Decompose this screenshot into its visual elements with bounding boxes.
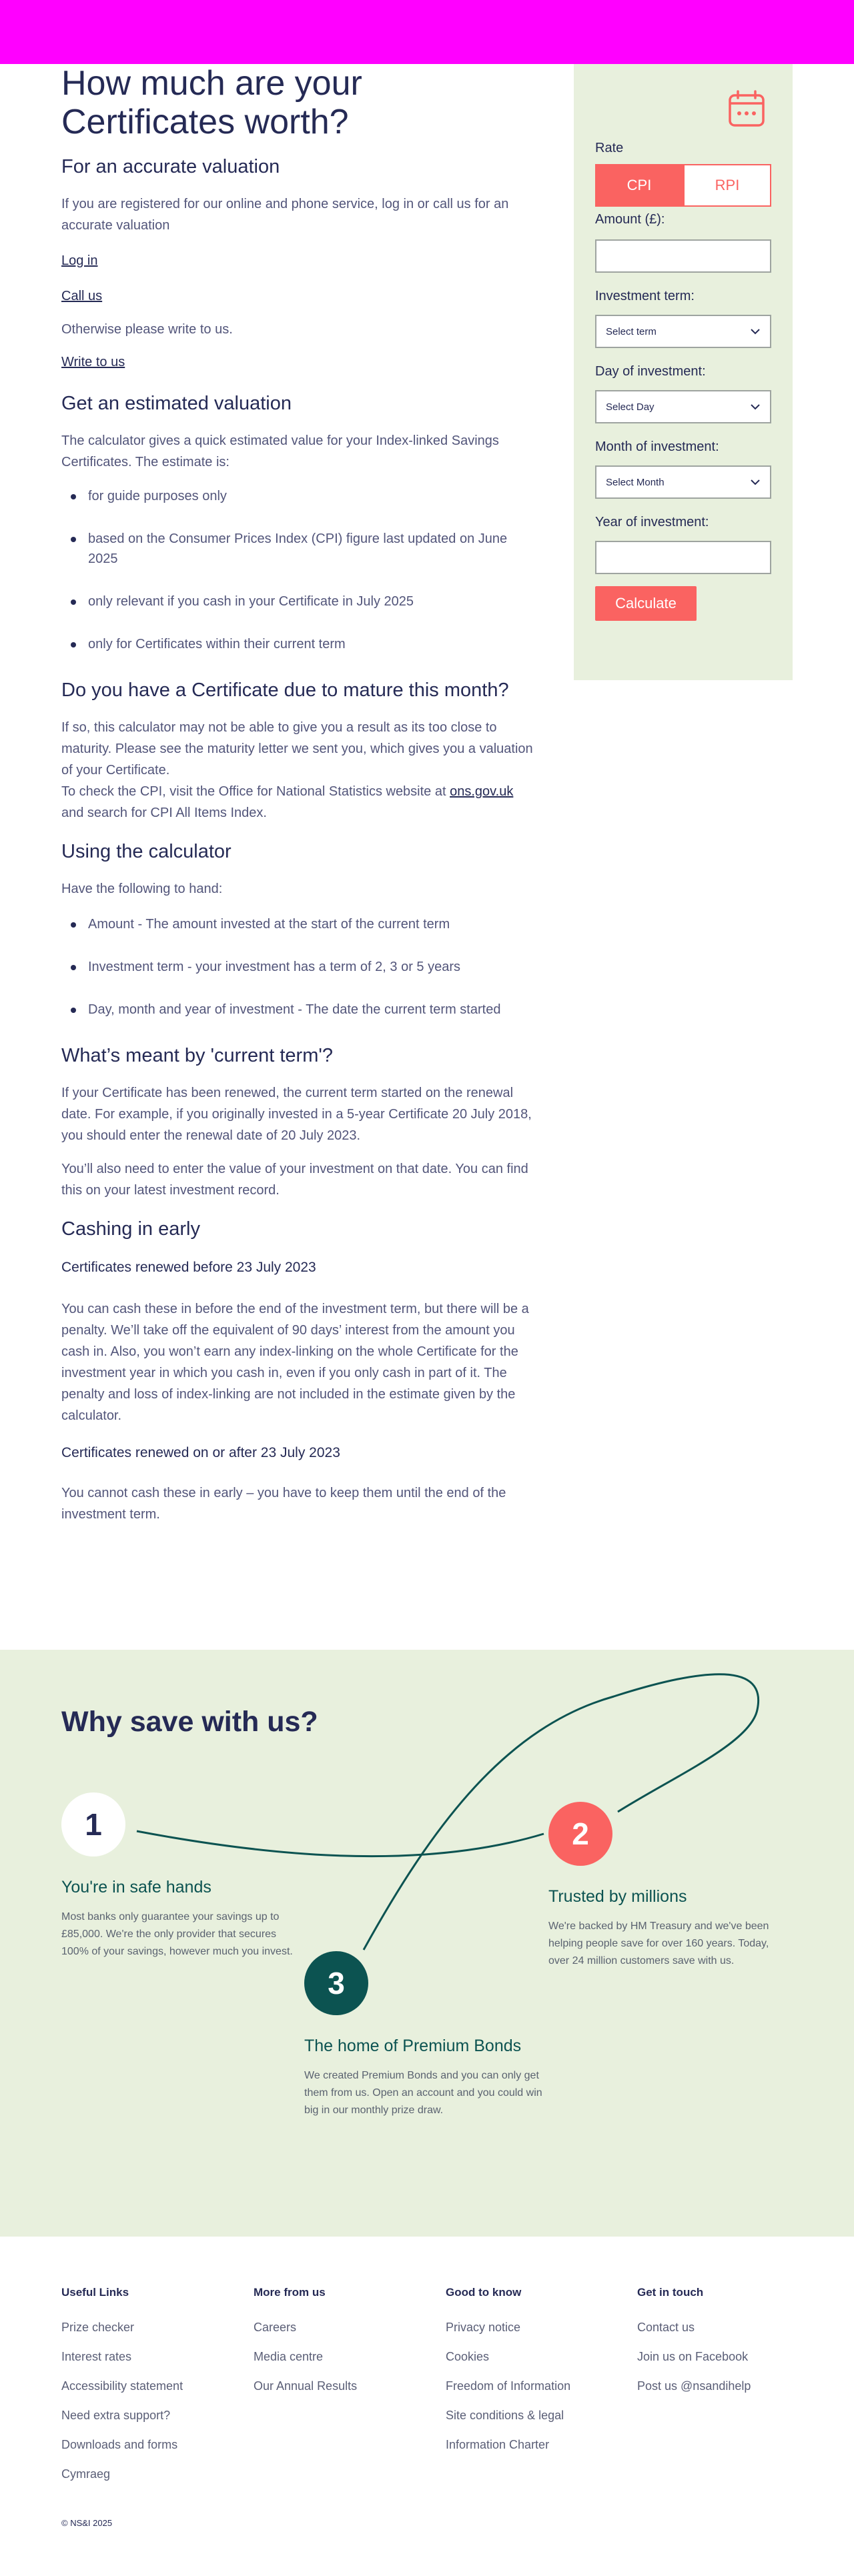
- footer-link[interactable]: Join us on Facebook: [637, 2350, 751, 2365]
- calculate-button[interactable]: Calculate: [595, 586, 697, 621]
- chevron-down-icon: [751, 329, 760, 335]
- footer-link[interactable]: Downloads and forms: [61, 2438, 183, 2453]
- cpi-toggle-button[interactable]: CPI: [595, 164, 683, 207]
- step-3-badge: 3: [304, 1951, 368, 2015]
- footer-link[interactable]: Interest rates: [61, 2350, 183, 2365]
- login-link[interactable]: Log in: [61, 253, 98, 269]
- list-item: only relevant if you cash in your Certif…: [61, 591, 536, 611]
- cpi-text: To check the CPI, visit the Office for N…: [61, 781, 536, 824]
- step-2-badge: 2: [548, 1802, 612, 1866]
- write-to-us-link[interactable]: Write to us: [61, 355, 125, 370]
- footer-link[interactable]: Post us @nsandihelp: [637, 2379, 751, 2394]
- amount-label: Amount (£):: [595, 212, 665, 227]
- page-title: How much are your Certificates worth?: [61, 64, 362, 141]
- step-3-title: The home of Premium Bonds: [304, 2037, 522, 2055]
- footer-link[interactable]: Careers: [254, 2321, 357, 2335]
- footer-link[interactable]: Information Charter: [446, 2438, 570, 2453]
- footer-column-get-in-touch: Get in touch Contact us Join us on Faceb…: [637, 2286, 751, 2409]
- using-heading: Using the calculator: [61, 841, 232, 862]
- list-item: Day, month and year of investment - The …: [61, 1000, 536, 1020]
- term-select-value: Select term: [606, 325, 657, 337]
- chevron-down-icon: [751, 404, 760, 410]
- footer-link[interactable]: Privacy notice: [446, 2321, 570, 2335]
- footer-column-more-from-us: More from us Careers Media centre Our An…: [254, 2286, 357, 2409]
- cashing-p2: You cannot cash these in early – you hav…: [61, 1486, 506, 1522]
- step-2-title: Trusted by millions: [548, 1887, 687, 1906]
- cashing-sub-before: Certificates renewed before 23 July 2023: [61, 1260, 316, 1275]
- footer-link[interactable]: Site conditions & legal: [446, 2409, 570, 2423]
- why-save-section: Why save with us? 1 You're in safe hands…: [0, 1650, 854, 2237]
- top-banner: [0, 0, 854, 64]
- estimate-list: for guide purposes only based on the Con…: [61, 486, 536, 654]
- calculator-panel: Rate CPI RPI Amount (£): Investment term…: [574, 64, 793, 680]
- main-content: How much are your Certificates worth? Fo…: [61, 64, 536, 1525]
- site-footer: Useful Links Prize checker Interest rate…: [0, 2237, 854, 2576]
- cashing-p1: You can cash these in before the end of …: [61, 1302, 529, 1423]
- cashing-heading: Cashing in early: [61, 1218, 200, 1240]
- term-label: Investment term:: [595, 289, 695, 303]
- year-input[interactable]: [595, 541, 771, 574]
- current-term-p1: If your Certificate has been renewed, th…: [61, 1086, 532, 1143]
- mature-text: If so, this calculator may not be able t…: [61, 720, 533, 778]
- cpi-text-after: and search for CPI All Items Index.: [61, 806, 267, 820]
- footer-link[interactable]: Prize checker: [61, 2321, 183, 2335]
- call-us-link[interactable]: Call us: [61, 289, 102, 304]
- term-select[interactable]: Select term: [595, 315, 771, 348]
- month-label: Month of investment:: [595, 439, 719, 454]
- using-intro: Have the following to hand:: [61, 882, 223, 896]
- accurate-intro: If you are registered for our online and…: [61, 197, 509, 233]
- footer-link[interactable]: Need extra support?: [61, 2409, 183, 2423]
- list-item: based on the Consumer Prices Index (CPI)…: [61, 529, 536, 569]
- rpi-toggle-button[interactable]: RPI: [683, 164, 771, 207]
- footer-link[interactable]: Cookies: [446, 2350, 570, 2365]
- footer-heading: Get in touch: [637, 2286, 704, 2299]
- footer-link[interactable]: Media centre: [254, 2350, 357, 2365]
- list-item: only for Certificates within their curre…: [61, 634, 536, 654]
- month-select-value: Select Month: [606, 476, 665, 488]
- rate-toggle: CPI RPI: [595, 164, 771, 207]
- footer-link[interactable]: Contact us: [637, 2321, 751, 2335]
- estimated-heading: Get an estimated valuation: [61, 393, 292, 414]
- current-term-p2: You’ll also need to enter the value of y…: [61, 1162, 528, 1198]
- footer-column-useful-links: Useful Links Prize checker Interest rate…: [61, 2286, 183, 2497]
- accurate-heading: For an accurate valuation: [61, 156, 280, 177]
- step-1-badge: 1: [61, 1792, 125, 1856]
- footer-link[interactable]: Our Annual Results: [254, 2379, 357, 2394]
- footer-heading: Good to know: [446, 2286, 522, 2299]
- step-1-text: Most banks only guarantee your savings u…: [61, 1911, 293, 1957]
- month-select[interactable]: Select Month: [595, 465, 771, 499]
- day-label: Day of investment:: [595, 364, 706, 379]
- footer-column-good-to-know: Good to know Privacy notice Cookies Free…: [446, 2286, 570, 2467]
- amount-input[interactable]: [595, 239, 771, 273]
- using-list: Amount - The amount invested at the star…: [61, 914, 536, 1020]
- footer-heading: Useful Links: [61, 2286, 129, 2299]
- current-term-heading: What’s meant by 'current term'?: [61, 1045, 334, 1066]
- step-3-text: We created Premium Bonds and you can onl…: [304, 2070, 542, 2116]
- chevron-down-icon: [751, 479, 760, 485]
- footer-link[interactable]: Freedom of Information: [446, 2379, 570, 2394]
- mature-heading: Do you have a Certificate due to mature …: [61, 680, 509, 701]
- ons-link[interactable]: ons.gov.uk: [450, 784, 513, 799]
- list-item: Investment term - your investment has a …: [61, 957, 536, 977]
- list-item: Amount - The amount invested at the star…: [61, 914, 536, 934]
- cashing-sub-after: Certificates renewed on or after 23 July…: [61, 1445, 340, 1460]
- list-item: for guide purposes only: [61, 486, 536, 506]
- cpi-text-before: To check the CPI, visit the Office for N…: [61, 784, 446, 799]
- day-select[interactable]: Select Day: [595, 390, 771, 423]
- footer-link[interactable]: Cymraeg: [61, 2467, 183, 2482]
- calendar-icon: [729, 90, 765, 127]
- footer-heading: More from us: [254, 2286, 326, 2299]
- step-1-title: You're in safe hands: [61, 1878, 211, 1896]
- year-label: Year of investment:: [595, 515, 709, 529]
- footer-link[interactable]: Accessibility statement: [61, 2379, 183, 2394]
- otherwise-text: Otherwise please write to us.: [61, 322, 233, 337]
- step-2-text: We're backed by HM Treasury and we've be…: [548, 1920, 769, 1967]
- estimated-intro: The calculator gives a quick estimated v…: [61, 433, 499, 469]
- day-select-value: Select Day: [606, 401, 655, 413]
- copyright: © NS&I 2025: [61, 2518, 113, 2528]
